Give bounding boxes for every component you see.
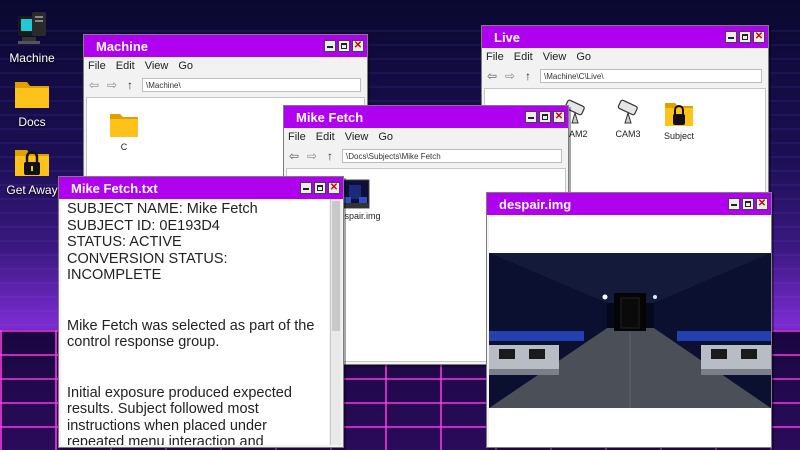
file-item-label: C xyxy=(120,142,128,152)
address-bar[interactable]: \Docs\Subjects\Mike Fetch xyxy=(342,149,562,163)
menu-view[interactable]: View xyxy=(145,60,169,72)
forward-arrow-icon[interactable]: ⇨ xyxy=(306,149,318,163)
close-button[interactable]: ✕ xyxy=(352,40,364,52)
folder-icon xyxy=(15,82,49,108)
minimize-button[interactable] xyxy=(300,182,312,194)
back-arrow-icon[interactable]: ⇦ xyxy=(486,69,498,83)
up-arrow-icon[interactable]: ↑ xyxy=(124,78,136,92)
text-content[interactable]: SUBJECT NAME: Mike Fetch SUBJECT ID: 0E1… xyxy=(61,199,329,445)
image-file-icon xyxy=(340,179,370,209)
desktop-icon-label: Docs xyxy=(18,115,46,129)
text-line: SUBJECT ID: 0E193D4 xyxy=(67,217,220,234)
maximize-button[interactable] xyxy=(338,40,350,52)
minimize-button[interactable] xyxy=(725,31,737,43)
close-button[interactable]: ✕ xyxy=(756,198,768,210)
camera-icon xyxy=(617,99,638,124)
up-arrow-icon[interactable]: ↑ xyxy=(522,69,534,83)
menubar: File Edit View Go xyxy=(84,57,367,75)
window-title: Machine xyxy=(96,38,149,54)
file-item-label: Subject xyxy=(663,131,695,141)
toolbar: ⇦ ⇨ ↑ \Machine\C\Live\ xyxy=(482,66,768,86)
menu-go[interactable]: Go xyxy=(576,51,591,63)
address-bar[interactable]: \Machine\ xyxy=(142,78,361,92)
menu-file[interactable]: File xyxy=(288,131,306,143)
menu-view[interactable]: View xyxy=(543,51,567,63)
vertical-scrollbar[interactable] xyxy=(330,199,341,445)
desktop-icon-get-away[interactable]: Get Away xyxy=(0,142,64,197)
menu-go[interactable]: Go xyxy=(178,60,193,72)
folder-icon xyxy=(110,114,138,137)
maximize-button[interactable] xyxy=(742,198,754,210)
scrollbar-thumb[interactable] xyxy=(332,201,340,331)
text-paragraph: Mike Fetch was selected as part of the c… xyxy=(67,317,315,351)
lock-folder-icon xyxy=(15,150,49,176)
file-item[interactable]: C xyxy=(94,110,154,152)
menu-view[interactable]: View xyxy=(345,131,369,143)
window-title: Live xyxy=(494,29,521,45)
window-titlebar[interactable]: Live ✕ xyxy=(482,26,768,48)
lock-folder-icon xyxy=(665,103,693,126)
menubar: File Edit View Go xyxy=(482,48,768,66)
menu-edit[interactable]: Edit xyxy=(514,51,533,63)
up-arrow-icon[interactable]: ↑ xyxy=(324,149,336,163)
minimize-button[interactable] xyxy=(728,198,740,210)
window-title: Mike Fetch xyxy=(296,109,364,125)
text-line: SUBJECT NAME: Mike Fetch xyxy=(67,201,258,217)
text-file-window[interactable]: Mike Fetch.txt ✕ SUBJECT NAME: Mike Fetc… xyxy=(58,176,344,448)
back-arrow-icon[interactable]: ⇦ xyxy=(288,149,300,163)
window-titlebar[interactable]: Machine ✕ xyxy=(84,35,367,57)
minimize-button[interactable] xyxy=(525,111,537,123)
maximize-button[interactable] xyxy=(314,182,326,194)
text-line: STATUS: ACTIVE xyxy=(67,234,182,250)
computer-icon xyxy=(18,12,46,44)
maximize-button[interactable] xyxy=(539,111,551,123)
close-button[interactable]: ✕ xyxy=(753,31,765,43)
minimize-button[interactable] xyxy=(324,40,336,52)
window-title: Mike Fetch.txt xyxy=(71,180,158,196)
maximize-button[interactable] xyxy=(739,31,751,43)
window-title: despair.img xyxy=(499,196,572,212)
desktop-icon-machine[interactable]: Machine xyxy=(0,8,64,65)
image-viewport xyxy=(489,215,771,447)
window-titlebar[interactable]: Mike Fetch ✕ xyxy=(284,106,568,128)
toolbar: ⇦ ⇨ ↑ \Docs\Subjects\Mike Fetch xyxy=(284,146,568,166)
address-bar[interactable]: \Machine\C\Live\ xyxy=(540,69,762,83)
window-titlebar[interactable]: despair.img ✕ xyxy=(487,193,771,215)
menubar: File Edit View Go xyxy=(284,128,568,146)
desktop-icon-label: Machine xyxy=(9,51,55,65)
toolbar: ⇦ ⇨ ↑ \Machine\ xyxy=(84,75,367,95)
desktop-icon-label: Get Away xyxy=(6,183,58,197)
text-paragraph: Initial exposure produced expected resul… xyxy=(67,384,292,446)
file-item[interactable]: Subject xyxy=(649,99,709,141)
back-arrow-icon[interactable]: ⇦ xyxy=(88,78,100,92)
menu-edit[interactable]: Edit xyxy=(116,60,135,72)
close-button[interactable]: ✕ xyxy=(328,182,340,194)
menu-file[interactable]: File xyxy=(486,51,504,63)
forward-arrow-icon[interactable]: ⇨ xyxy=(106,78,118,92)
close-button[interactable]: ✕ xyxy=(553,111,565,123)
office-corridor-image xyxy=(489,215,771,447)
text-line: CONVERSION STATUS: INCOMPLETE xyxy=(67,250,228,284)
window-titlebar[interactable]: Mike Fetch.txt ✕ xyxy=(59,177,343,199)
menu-file[interactable]: File xyxy=(88,60,106,72)
image-viewer-window[interactable]: despair.img ✕ xyxy=(486,192,772,448)
desktop-icon-docs[interactable]: Docs xyxy=(0,76,64,129)
forward-arrow-icon[interactable]: ⇨ xyxy=(504,69,516,83)
menu-go[interactable]: Go xyxy=(378,131,393,143)
menu-edit[interactable]: Edit xyxy=(316,131,335,143)
